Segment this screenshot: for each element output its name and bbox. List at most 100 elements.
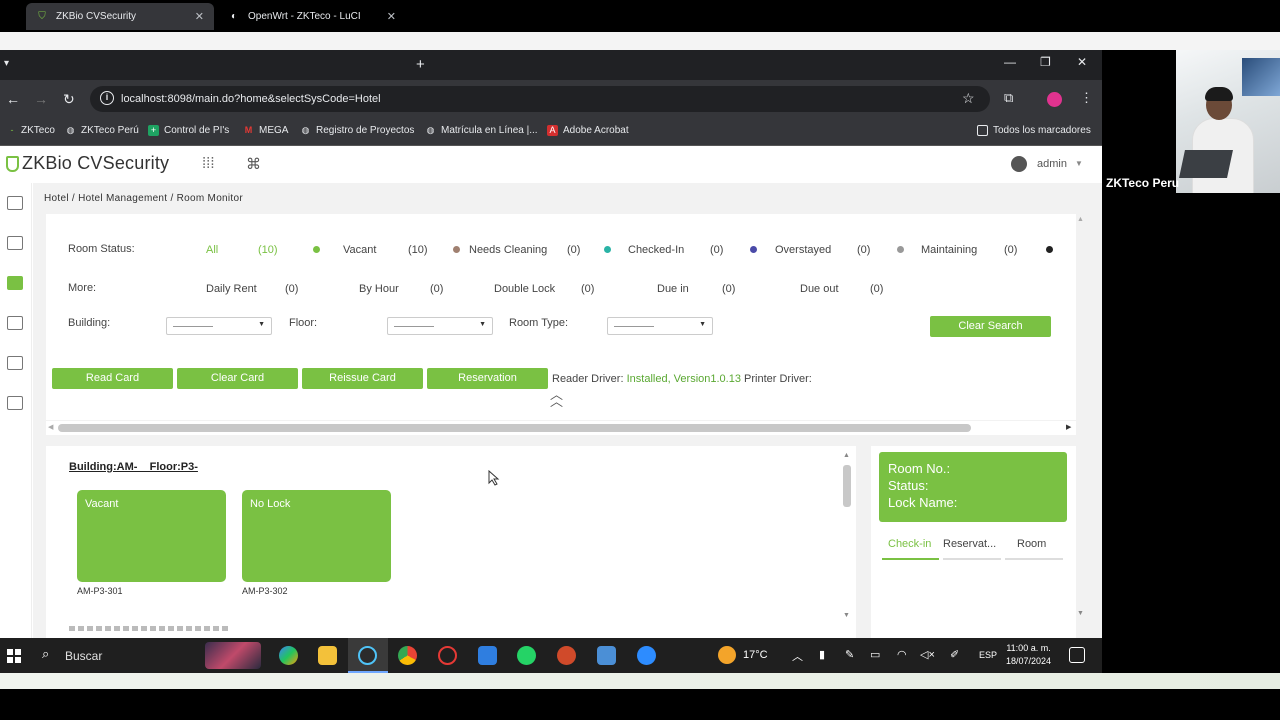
menu-icon[interactable]: ⋮ xyxy=(1080,90,1093,106)
more-daily-rent-count[interactable]: (0) xyxy=(285,283,298,295)
scroll-up-arrow[interactable]: ▲ xyxy=(1077,216,1084,223)
pen-tray-icon[interactable]: ✐ xyxy=(950,648,959,661)
scrollbar-thumb[interactable] xyxy=(58,424,971,432)
status-checked-in[interactable]: Checked-In xyxy=(628,244,684,256)
room-type-select[interactable]: ▼ xyxy=(607,317,713,335)
command-icon[interactable]: ⌘ xyxy=(246,155,261,173)
status-checked-in-count[interactable]: (0) xyxy=(710,244,723,256)
more-due-in-count[interactable]: (0) xyxy=(722,283,735,295)
file-explorer-icon[interactable] xyxy=(318,646,337,665)
chevron-up-icon[interactable]: ︿ xyxy=(792,648,803,664)
zoom-icon[interactable] xyxy=(637,646,656,665)
checkin-icon[interactable] xyxy=(7,236,23,250)
scrollbar-thumb[interactable] xyxy=(843,465,851,507)
battery-icon[interactable]: ▭ xyxy=(870,648,880,661)
more-by-hour[interactable]: By Hour xyxy=(359,283,399,295)
room-monitor-icon[interactable] xyxy=(7,276,23,290)
url-text[interactable]: localhost:8098/main.do?home&selectSysCod… xyxy=(121,93,381,105)
app-icon[interactable] xyxy=(438,646,457,665)
weather-icon[interactable] xyxy=(718,646,736,664)
minimize-icon[interactable]: — xyxy=(1004,55,1016,69)
close-window-icon[interactable]: ✕ xyxy=(1077,55,1087,69)
tab-zkbio[interactable]: ⛉ ZKBio CVSecurity ✕ xyxy=(26,3,214,30)
site-info-icon[interactable]: i xyxy=(100,91,114,105)
status-overstayed-count[interactable]: (0) xyxy=(857,244,870,256)
tab-reservation[interactable]: Reservat... xyxy=(943,538,996,550)
volume-muted-icon[interactable]: ◁× xyxy=(920,648,935,661)
status-vacant[interactable]: Vacant xyxy=(343,244,376,256)
chevron-down-icon[interactable]: ▼ xyxy=(1075,159,1083,168)
tab-search-icon[interactable]: ▾ xyxy=(4,58,9,69)
extensions-icon[interactable]: ⧉ xyxy=(1004,90,1013,106)
language-indicator[interactable]: ESP xyxy=(979,650,997,660)
more-due-out[interactable]: Due out xyxy=(800,283,839,295)
restore-icon[interactable]: ❐ xyxy=(1040,55,1051,69)
bookmark-control[interactable]: + Control de PI's xyxy=(148,125,229,136)
bookmark-registro[interactable]: ◍ Registro de Proyectos xyxy=(300,125,415,136)
status-all-count[interactable]: (10) xyxy=(258,244,278,256)
status-needs-cleaning[interactable]: Needs Cleaning xyxy=(469,244,547,256)
bookmark-matricula[interactable]: ◍ Matrícula en Línea |... xyxy=(425,125,538,136)
user-avatar-icon[interactable] xyxy=(1011,156,1027,172)
calendar-icon[interactable] xyxy=(478,646,497,665)
scroll-left-arrow[interactable]: ◀ xyxy=(48,423,53,431)
all-bookmarks[interactable]: Todos los marcadores xyxy=(977,125,1091,136)
whatsapp-icon[interactable] xyxy=(517,646,536,665)
floor-select[interactable]: ▼ xyxy=(387,317,493,335)
pen-icon[interactable]: ✎ xyxy=(845,648,854,661)
more-daily-rent[interactable]: Daily Rent xyxy=(206,283,257,295)
windows-start-icon[interactable] xyxy=(7,649,21,663)
taskbar-search-input[interactable]: Buscar xyxy=(65,649,102,663)
user-name[interactable]: admin xyxy=(1037,158,1067,170)
bookmark-mega[interactable]: M MEGA xyxy=(243,125,289,136)
wifi-icon[interactable]: ◠ xyxy=(897,648,907,661)
building-select[interactable]: ▼ xyxy=(166,317,272,335)
status-maintaining-count[interactable]: (0) xyxy=(1004,244,1017,256)
app-icon[interactable] xyxy=(358,646,377,665)
scroll-down-arrow[interactable]: ▼ xyxy=(843,612,850,619)
reload-icon[interactable]: ↻ xyxy=(63,91,75,108)
star-icon[interactable]: ☆ xyxy=(962,90,975,107)
bookmark-adobe[interactable]: A Adobe Acrobat xyxy=(547,125,629,136)
more-due-in[interactable]: Due in xyxy=(657,283,689,295)
microphone-icon[interactable]: ▮ xyxy=(819,648,825,661)
copilot-icon[interactable] xyxy=(279,646,298,665)
clear-card-button[interactable]: Clear Card xyxy=(177,368,298,389)
back-icon[interactable]: ← xyxy=(6,91,20,107)
card-icon[interactable] xyxy=(7,316,23,330)
tab-room[interactable]: Room xyxy=(1017,538,1046,550)
tab-check-in[interactable]: Check-in xyxy=(888,538,931,550)
profile-avatar[interactable] xyxy=(1047,92,1062,107)
clear-search-button[interactable]: Clear Search xyxy=(930,316,1051,337)
vertical-scrollbar[interactable]: ▲ ▼ xyxy=(840,452,852,622)
new-tab-button[interactable]: + xyxy=(416,56,425,73)
search-highlight-image[interactable] xyxy=(205,642,261,669)
horizontal-scrollbar[interactable]: ◀ ▶ xyxy=(46,421,1076,435)
powerpoint-icon[interactable] xyxy=(557,646,576,665)
collapse-up-icon[interactable]: ︿ ︿ xyxy=(550,388,563,408)
report-icon[interactable] xyxy=(7,396,23,410)
status-maintaining[interactable]: Maintaining xyxy=(921,244,977,256)
close-icon[interactable]: ✕ xyxy=(387,10,396,23)
device-icon[interactable] xyxy=(7,356,23,370)
chrome-icon[interactable] xyxy=(398,646,417,665)
clock[interactable]: 11:00 a. m. 18/07/2024 xyxy=(1006,642,1051,668)
bookmark-zkteco[interactable]: - ZKTeco xyxy=(8,125,55,136)
more-double-lock[interactable]: Double Lock xyxy=(494,283,555,295)
more-by-hour-count[interactable]: (0) xyxy=(430,283,443,295)
tab-openwrt[interactable]: ◐ OpenWrt - ZKTeco - LuCI ✕ xyxy=(218,3,406,30)
bookmark-zkteco-peru[interactable]: ◍ ZKTeco Perú xyxy=(65,125,139,136)
hotel-icon[interactable] xyxy=(7,196,23,210)
status-vacant-count[interactable]: (10) xyxy=(408,244,428,256)
scroll-down-arrow[interactable]: ▼ xyxy=(1077,610,1084,617)
more-double-lock-count[interactable]: (0) xyxy=(581,283,594,295)
notification-icon[interactable] xyxy=(1069,647,1085,663)
reissue-card-button[interactable]: Reissue Card xyxy=(302,368,423,389)
room-card-302[interactable]: No Lock xyxy=(242,490,391,582)
scroll-up-arrow[interactable]: ▲ xyxy=(843,452,850,459)
status-needs-cleaning-count[interactable]: (0) xyxy=(567,244,580,256)
forward-icon[interactable]: → xyxy=(34,91,48,107)
room-card-301[interactable]: Vacant xyxy=(77,490,226,582)
apps-grid-icon[interactable]: ⁞⁞⁞ xyxy=(202,155,215,172)
read-card-button[interactable]: Read Card xyxy=(52,368,173,389)
